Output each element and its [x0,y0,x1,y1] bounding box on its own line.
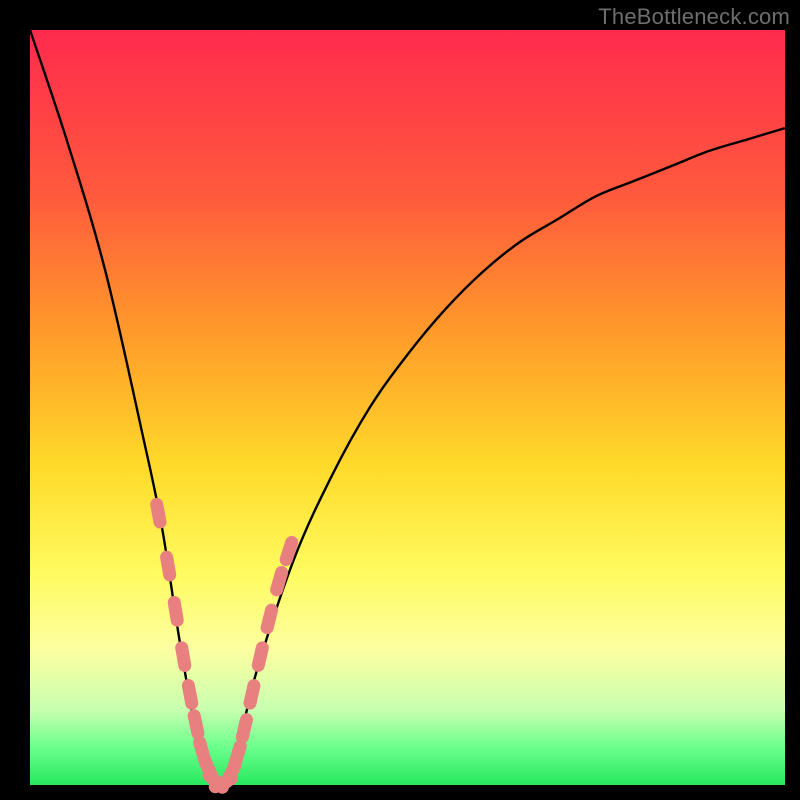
marker-point [157,504,160,522]
marker-point [235,746,240,763]
marker-point [242,720,246,738]
marker-point [277,573,282,590]
watermark-text: TheBottleneck.com [598,4,790,30]
marker-point [194,716,198,734]
marker-point [258,648,262,666]
marker-point [174,602,177,620]
chart-frame: TheBottleneck.com [0,0,800,800]
marker-layer [157,504,292,787]
bottleneck-curve [30,30,785,785]
chart-svg [30,30,785,785]
marker-point [250,686,254,704]
marker-point [188,686,191,704]
marker-point [167,557,170,575]
marker-point [267,610,271,627]
plot-area [30,30,785,785]
marker-point [286,542,292,559]
marker-point [182,648,185,666]
